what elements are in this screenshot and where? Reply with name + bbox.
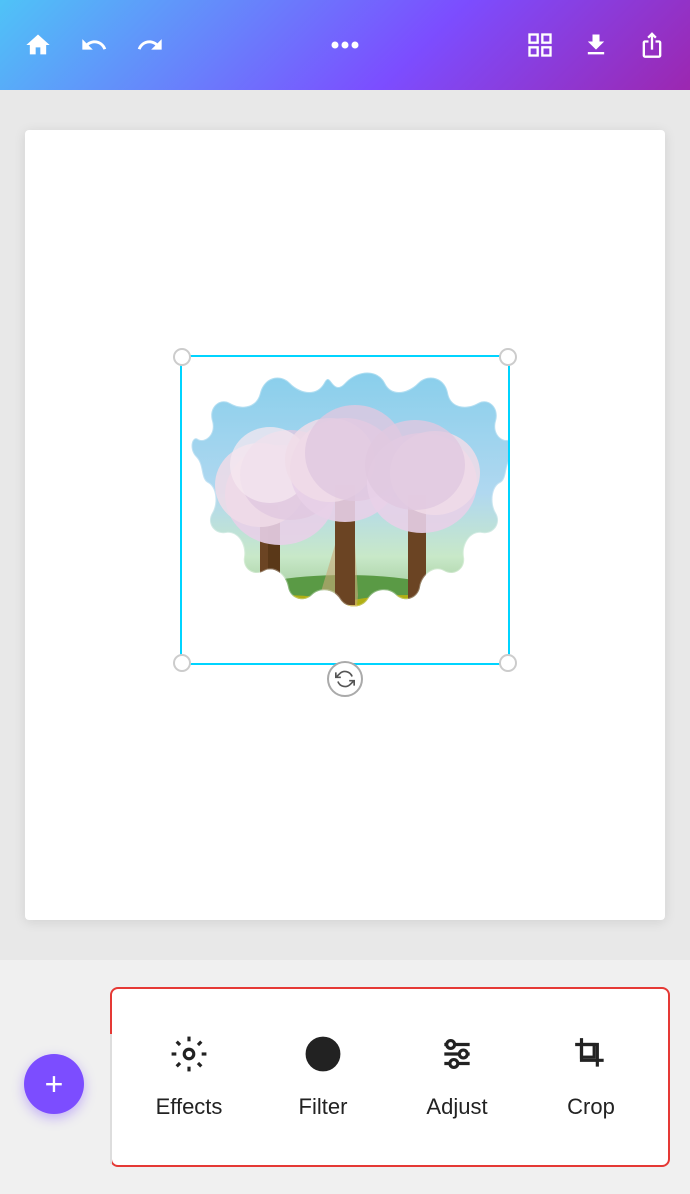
filter-icon [304,1035,342,1080]
plus-icon: + [45,1068,64,1100]
filter-tool[interactable]: Filter [256,1035,390,1120]
adjust-tool[interactable]: Adjust [390,1035,524,1120]
rotate-handle[interactable] [327,661,363,697]
top-toolbar [0,0,690,90]
toolbar-left [24,31,164,59]
crop-label: Crop [567,1094,615,1120]
divider [110,1034,112,1164]
handle-top-right[interactable] [499,348,517,366]
undo-icon[interactable] [80,31,108,59]
effects-icon [170,1035,208,1080]
crop-tool[interactable]: Crop [524,1035,658,1120]
redo-icon[interactable] [136,31,164,59]
fab-add-button[interactable]: + [24,1054,84,1114]
share-icon[interactable] [638,31,666,59]
canvas-area [0,90,690,960]
home-icon[interactable] [24,31,52,59]
adjust-label: Adjust [426,1094,487,1120]
image-display [180,365,510,685]
more-options-icon[interactable] [331,41,359,49]
bottom-area: + Effects [0,960,690,1194]
layers-icon[interactable] [526,31,554,59]
effects-tool[interactable]: Effects [122,1035,256,1120]
crop-icon [572,1035,610,1080]
filter-label: Filter [299,1094,348,1120]
bottom-tools-panel: Effects Filter [110,987,670,1167]
toolbar-center [331,41,359,49]
toolbar-right [526,31,666,59]
adjust-icon [438,1035,476,1080]
canvas-paper[interactable] [25,130,665,920]
handle-top-left[interactable] [173,348,191,366]
effects-label: Effects [156,1094,223,1120]
image-element[interactable] [160,335,530,715]
download-icon[interactable] [582,31,610,59]
